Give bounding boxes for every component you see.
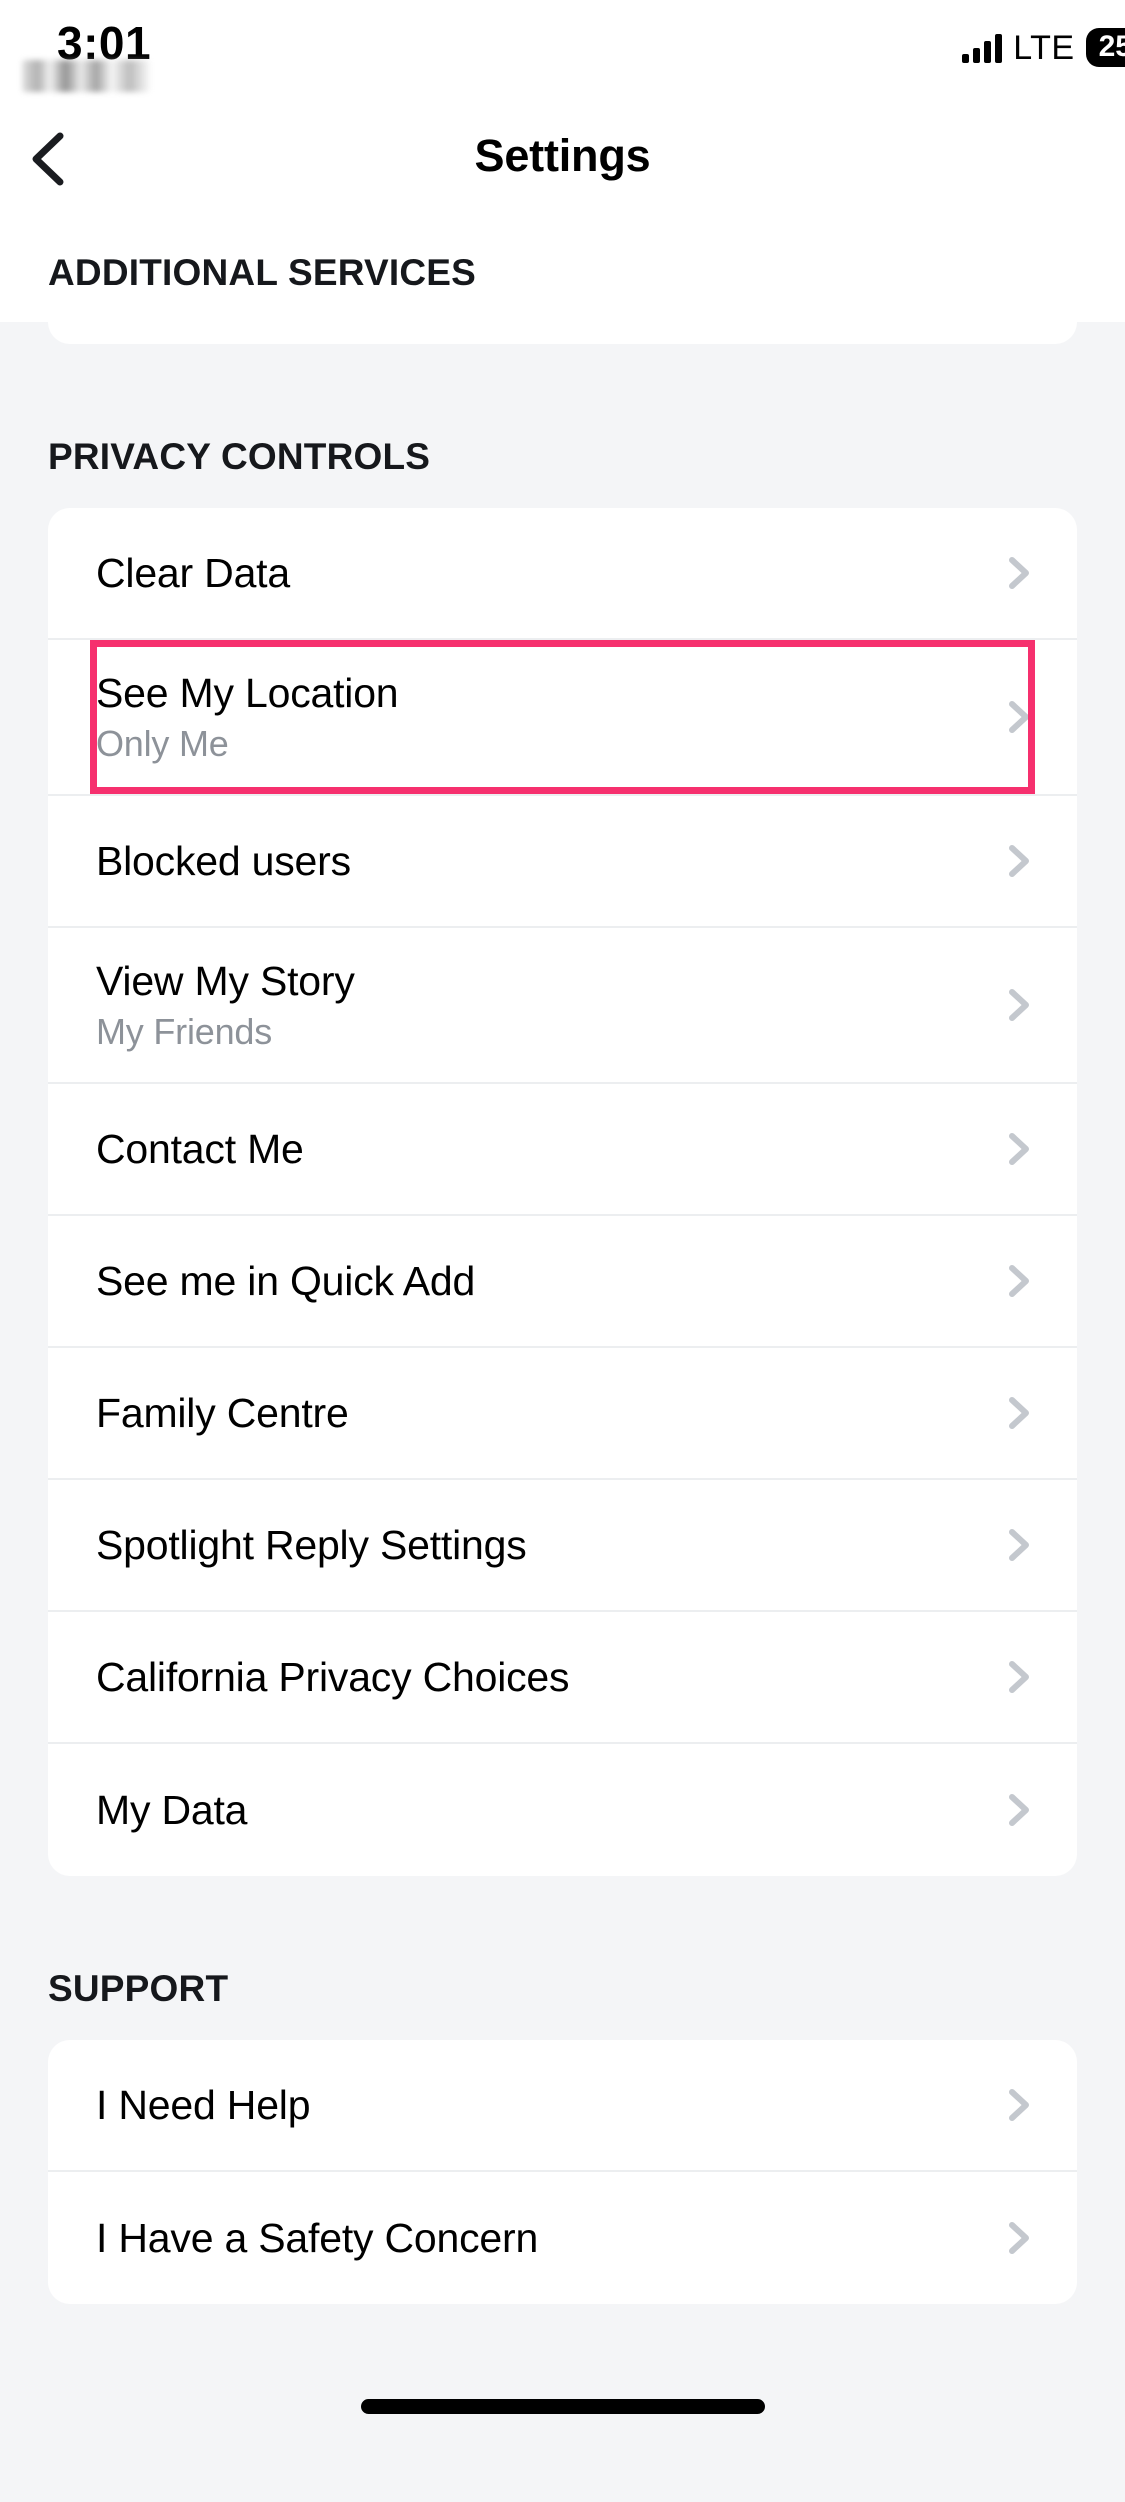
row-title: California Privacy Choices [96, 1653, 570, 1700]
row-text-group: Blocked users [96, 838, 999, 885]
row-text-group: California Privacy Choices [96, 1654, 999, 1701]
settings-row-family-centre[interactable]: Family Centre [48, 1348, 1077, 1480]
row-title: View My Story [96, 957, 355, 1004]
status-bar-carrier-redacted [22, 60, 150, 92]
section-header-support: SUPPORT [48, 1968, 229, 2009]
section-header-privacy-controls: PRIVACY CONTROLS [48, 436, 431, 477]
row-text-group: I Need Help [96, 2082, 999, 2129]
row-title: Spotlight Reply Settings [96, 1521, 527, 1568]
cellular-signal-icon [962, 33, 1003, 63]
home-indicator[interactable] [360, 2399, 765, 2414]
chevron-right-icon [999, 1129, 1039, 1169]
settings-row-i-need-help[interactable]: I Need Help [48, 2040, 1077, 2172]
row-text-group: Spotlight Reply Settings [96, 1522, 999, 1569]
status-bar: 3:01 LTE 25 [0, 0, 1125, 120]
support-card: I Need Help I Have a Safety Concern [48, 2040, 1077, 2304]
settings-row-california-privacy-choices[interactable]: California Privacy Choices [48, 1612, 1077, 1744]
row-text-group: See me in Quick Add [96, 1258, 999, 1305]
row-text-group: I Have a Safety Concern [96, 2215, 999, 2262]
row-title: See My Location [96, 669, 399, 716]
row-title: Blocked users [96, 837, 351, 884]
privacy-controls-card: Clear Data See My Location Only Me Block… [48, 508, 1077, 1876]
settings-row-see-me-in-quick-add[interactable]: See me in Quick Add [48, 1216, 1077, 1348]
chevron-right-icon [999, 2085, 1039, 2125]
chevron-right-icon [999, 1657, 1039, 1697]
settings-scroll-area[interactable]: PRIVACY CONTROLS Clear Data See My Locat… [0, 322, 1125, 2502]
sticky-section-header-additional-services: ADDITIONAL SERVICES [0, 210, 1125, 322]
chevron-left-icon [32, 132, 64, 186]
row-title: See me in Quick Add [96, 1257, 476, 1304]
chevron-right-icon [999, 2218, 1039, 2258]
status-bar-indicators: LTE 25 [962, 28, 1125, 67]
row-title: Family Centre [96, 1389, 349, 1436]
battery-level-badge: 25 [1085, 28, 1125, 67]
chevron-right-icon [999, 985, 1039, 1025]
page-title: Settings [474, 130, 651, 181]
settings-row-i-have-a-safety-concern[interactable]: I Have a Safety Concern [48, 2172, 1077, 2304]
row-text-group: My Data [96, 1787, 999, 1834]
chevron-right-icon [999, 1393, 1039, 1433]
row-text-group: View My Story My Friends [96, 958, 999, 1053]
row-title: My Data [96, 1786, 248, 1833]
network-type-label: LTE [1013, 28, 1075, 67]
chevron-right-icon [999, 1790, 1039, 1830]
chevron-right-icon [999, 697, 1039, 737]
navigation-bar: Settings [0, 120, 1125, 210]
settings-row-view-my-story[interactable]: View My Story My Friends [48, 928, 1077, 1084]
row-title: I Have a Safety Concern [96, 2214, 539, 2261]
row-title: Contact Me [96, 1125, 304, 1172]
settings-row-clear-data[interactable]: Clear Data [48, 508, 1077, 640]
chevron-right-icon [999, 1525, 1039, 1565]
settings-row-spotlight-reply-settings[interactable]: Spotlight Reply Settings [48, 1480, 1077, 1612]
chevron-right-icon [999, 553, 1039, 593]
row-title: I Need Help [96, 2081, 311, 2128]
additional-services-card-partial [48, 322, 1077, 344]
settings-row-blocked-users[interactable]: Blocked users [48, 796, 1077, 928]
row-text-group: Clear Data [96, 550, 999, 597]
row-text-group: See My Location Only Me [96, 670, 999, 765]
settings-row-see-my-location[interactable]: See My Location Only Me [48, 640, 1077, 796]
settings-row-my-data[interactable]: My Data [48, 1744, 1077, 1876]
row-text-group: Family Centre [96, 1390, 999, 1437]
row-text-group: Contact Me [96, 1126, 999, 1173]
back-button[interactable] [22, 128, 76, 190]
row-subtitle: Only Me [96, 722, 229, 764]
chevron-right-icon [999, 841, 1039, 881]
row-subtitle: My Friends [96, 1010, 273, 1052]
row-title: Clear Data [96, 549, 290, 596]
chevron-right-icon [999, 1261, 1039, 1301]
settings-row-contact-me[interactable]: Contact Me [48, 1084, 1077, 1216]
